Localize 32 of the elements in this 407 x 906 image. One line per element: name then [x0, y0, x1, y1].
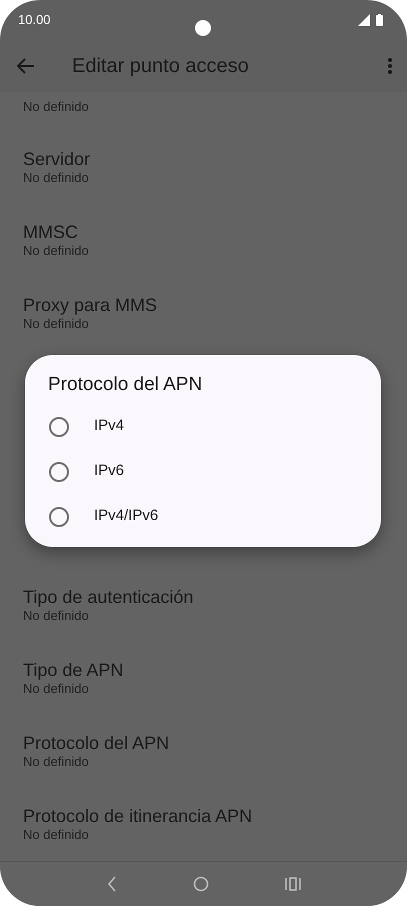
setting-title[interactable]: Protocolo del APN	[23, 732, 170, 754]
option-label[interactable]: IPv4/IPv6	[94, 505, 158, 528]
setting-title[interactable]: Tipo de APN	[23, 659, 124, 681]
setting-value: No definido	[23, 827, 89, 843]
camera-icon	[195, 20, 211, 36]
setting-title[interactable]: Proxy para MMS	[23, 294, 158, 316]
back-nav-icon[interactable]	[106, 876, 116, 892]
option-label[interactable]: IPv4	[94, 415, 124, 438]
back-arrow-icon[interactable]	[17, 58, 35, 74]
screen-title: Editar punto acceso	[72, 54, 249, 79]
setting-value: No definido	[23, 98, 89, 116]
option-label[interactable]: IPv6	[94, 460, 124, 483]
setting-title[interactable]: Tipo de autenticación	[23, 586, 194, 608]
recents-nav-icon[interactable]	[284, 877, 300, 891]
setting-value: No definido	[23, 170, 89, 186]
home-nav-icon[interactable]	[192, 876, 208, 892]
setting-title[interactable]: Protocolo de itinerancia APN	[23, 805, 252, 827]
battery-icon	[376, 14, 383, 26]
setting-title[interactable]: Servidor	[23, 148, 90, 170]
setting-value: No definido	[23, 316, 89, 332]
signal-icon	[358, 14, 370, 26]
setting-value: No definido	[23, 243, 89, 259]
setting-value: No definido	[23, 681, 89, 697]
setting-title[interactable]: MMSC	[23, 221, 78, 243]
radio-button[interactable]	[49, 462, 69, 482]
radio-button[interactable]	[49, 416, 69, 436]
dialog-title: Protocolo del APN	[47, 373, 204, 397]
radio-button[interactable]	[49, 506, 69, 526]
more-options-icon[interactable]	[388, 58, 392, 74]
setting-value: No definido	[23, 608, 89, 624]
status-time: 10.00	[18, 11, 51, 30]
setting-value: No definido	[23, 754, 89, 770]
